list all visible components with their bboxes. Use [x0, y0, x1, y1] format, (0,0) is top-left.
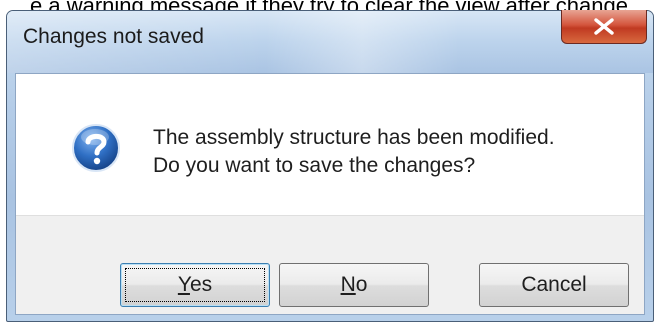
button-bar: Yes No Cancel	[16, 215, 644, 314]
no-mnemonic: N	[340, 273, 356, 296]
dialog-body: The assembly structure has been modified…	[15, 73, 645, 315]
no-button[interactable]: No	[279, 263, 429, 307]
message-line-1: The assembly structure has been modified…	[153, 126, 555, 149]
dialog-window: Changes not saved The assembly structure…	[6, 10, 654, 322]
cancel-button[interactable]: Cancel	[479, 263, 629, 307]
message-area: The assembly structure has been modified…	[16, 74, 644, 215]
close-icon	[594, 18, 614, 35]
dialog-title: Changes not saved	[23, 25, 204, 48]
no-label: No	[341, 273, 368, 297]
question-icon	[72, 124, 120, 172]
close-button[interactable]	[561, 10, 647, 44]
yes-button[interactable]: Yes	[120, 263, 270, 307]
no-label-rest: o	[355, 273, 368, 296]
focus-rectangle	[125, 268, 265, 302]
title-bar[interactable]: Changes not saved	[7, 10, 653, 73]
message-line-2: Do you want to save the changes?	[153, 154, 476, 177]
